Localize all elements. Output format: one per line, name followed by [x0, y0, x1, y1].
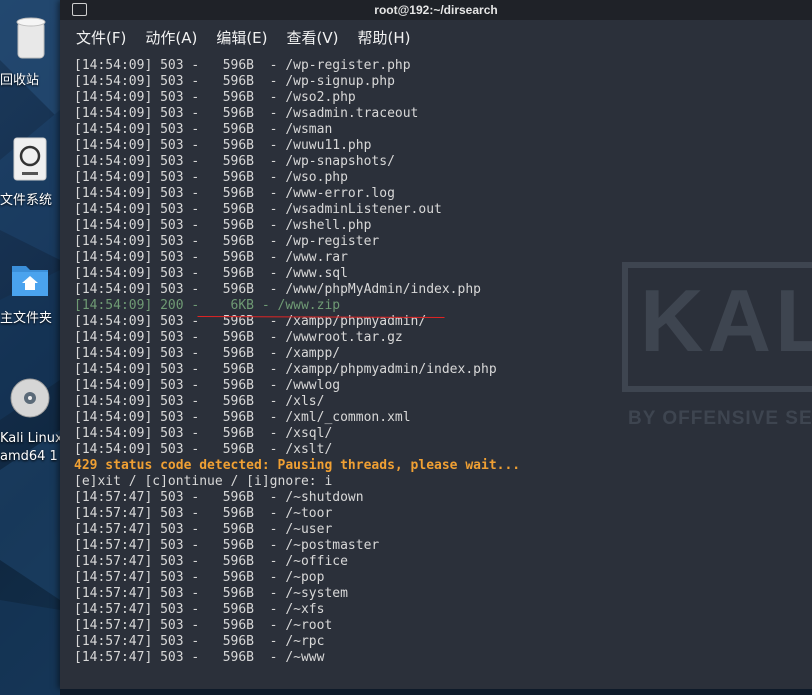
output-line: [14:54:09] 503 - 596B - /wwwlog [74, 378, 341, 393]
window-title: root@192:~/dirsearch [374, 3, 498, 17]
output-line: [14:57:47] 503 - 596B - /~office [74, 554, 348, 569]
output-line: [14:54:09] 503 - 596B - /wuwu11.php [74, 138, 372, 153]
home-folder-label: 主文件夹 [0, 311, 53, 326]
status-warning-line: 429 status code detected: Pausing thread… [74, 458, 521, 473]
output-line: [14:57:47] 503 - 596B - /~pop [74, 570, 325, 585]
output-line: [14:54:09] 503 - 596B - /www/phpMyAdmin/… [74, 282, 481, 297]
menu-help[interactable]: 帮助(H) [357, 27, 410, 48]
output-line: [14:54:09] 503 - 596B - /xsql/ [74, 426, 333, 441]
output-line: [14:54:09] 503 - 596B - /wso2.php [74, 90, 356, 105]
found-result-line: [14:54:09] 200 - 6KB - /www.zip [74, 298, 341, 313]
output-line: [14:54:09] 503 - 596B - /wp-signup.php [74, 74, 395, 89]
output-line: [e]xit / [c]ontinue / [i]gnore: i [74, 474, 333, 489]
title-bar[interactable]: root@192:~/dirsearch [60, 0, 812, 20]
output-line: [14:54:09] 503 - 596B - /www.rar [74, 250, 348, 265]
menu-bar: 文件(F) 动作(A) 编辑(E) 查看(V) 帮助(H) [60, 20, 812, 54]
output-line: [14:57:47] 503 - 596B - /~user [74, 522, 333, 537]
output-line: [14:57:47] 503 - 596B - /~xfs [74, 602, 325, 617]
annotation-underline [197, 316, 445, 318]
output-line: [14:54:09] 503 - 596B - /wshell.php [74, 218, 372, 233]
output-line: [14:54:09] 503 - 596B - /xslt/ [74, 442, 333, 457]
output-line: [14:57:47] 503 - 596B - /~rpc [74, 634, 325, 649]
output-line: [14:54:09] 503 - 596B - /wp-register.php [74, 58, 411, 73]
kali-disc-label: Kali Linux [0, 431, 63, 446]
desktop-icon-filesystem[interactable]: 文件系统 [0, 136, 60, 210]
disc-icon [10, 378, 50, 418]
filesystem-label: 文件系统 [0, 193, 53, 208]
menu-file[interactable]: 文件(F) [76, 27, 126, 48]
output-line: [14:54:09] 503 - 596B - /wp-snapshots/ [74, 154, 395, 169]
terminal-output[interactable]: [14:54:09] 503 - 596B - /wp-register.php… [74, 58, 812, 689]
filesystem-icon [13, 137, 47, 181]
trash-icon [16, 17, 46, 59]
output-line: [14:54:09] 503 - 596B - /wso.php [74, 170, 348, 185]
menu-view[interactable]: 查看(V) [287, 27, 339, 48]
output-line: [14:57:47] 503 - 596B - /~postmaster [74, 538, 380, 553]
output-line: [14:54:09] 503 - 596B - /xls/ [74, 394, 325, 409]
output-line: [14:54:09] 503 - 596B - /www.sql [74, 266, 348, 281]
output-line: [14:54:09] 503 - 596B - /xampp/ [74, 346, 341, 361]
kali-disc-label-2: amd64 1 [0, 449, 58, 464]
desktop-bottom-edge [60, 689, 812, 695]
terminal-window[interactable]: root@192:~/dirsearch 文件(F) 动作(A) 编辑(E) 查… [60, 0, 812, 689]
output-line: [14:57:47] 503 - 596B - /~shutdown [74, 490, 364, 505]
output-line: [14:54:09] 503 - 596B - /wsman [74, 122, 333, 137]
output-line: [14:54:09] 503 - 596B - /wsadmin.traceou… [74, 106, 419, 121]
output-line: [14:57:47] 503 - 596B - /~system [74, 586, 348, 601]
output-line: [14:54:09] 503 - 596B - /www-error.log [74, 186, 395, 201]
output-line: [14:57:47] 503 - 596B - /~toor [74, 506, 333, 521]
output-line: [14:54:09] 503 - 596B - /xampp/phpmyadmi… [74, 362, 497, 377]
output-line: [14:57:47] 503 - 596B - /~root [74, 618, 333, 633]
output-line: [14:54:09] 503 - 596B - /wp-register [74, 234, 380, 249]
desktop-icon-kali-disc[interactable]: Kali Linux amd64 1 [0, 376, 63, 466]
desktop-icon-trash[interactable]: 回收站 [0, 14, 60, 90]
menu-action[interactable]: 动作(A) [145, 27, 197, 48]
output-line: [14:54:09] 503 - 596B - /xml/_common.xml [74, 410, 411, 425]
output-line: [14:57:47] 503 - 596B - /~www [74, 650, 325, 665]
output-line: [14:54:09] 503 - 596B - /wsadminListener… [74, 202, 442, 217]
home-folder-icon [12, 266, 48, 296]
desktop-icon-home[interactable]: 主文件夹 [0, 260, 60, 328]
trash-label: 回收站 [0, 73, 40, 88]
menu-edit[interactable]: 编辑(E) [216, 27, 267, 48]
output-line: [14:54:09] 503 - 596B - /wwwroot.tar.gz [74, 330, 403, 345]
